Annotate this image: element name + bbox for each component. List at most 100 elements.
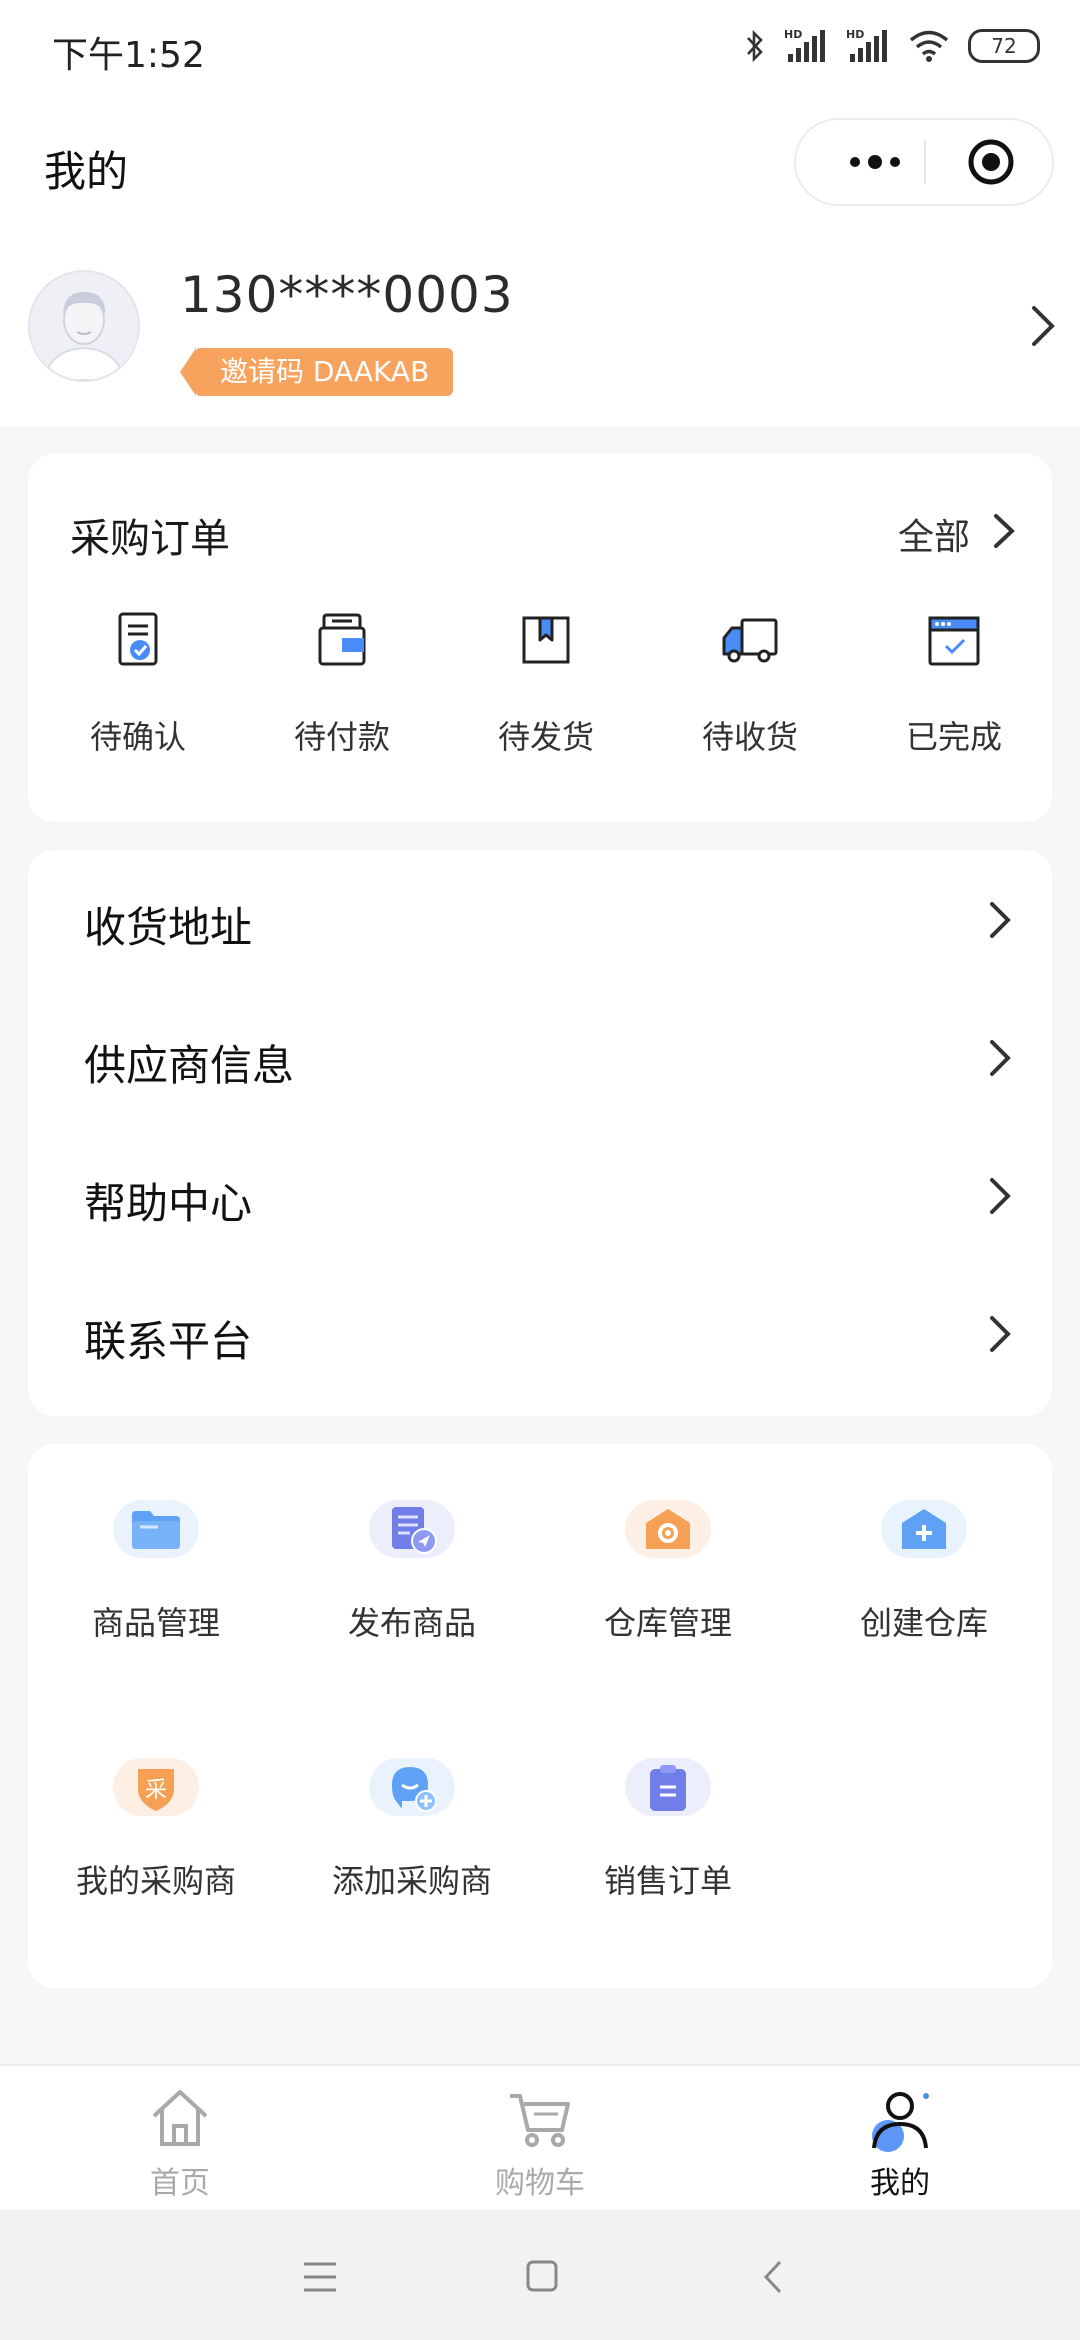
close-miniprogram-button[interactable] bbox=[956, 120, 1026, 204]
tool-icon-bg bbox=[625, 1758, 711, 1816]
warehouse-gear-icon bbox=[646, 1509, 690, 1549]
signal-icon-2: HD bbox=[846, 28, 887, 62]
tool-sales-orders[interactable]: 销售订单 bbox=[540, 1702, 796, 1902]
home-icon bbox=[152, 2090, 208, 2146]
bottom-tab-bar: 首页 购物车 我的 bbox=[0, 2064, 1080, 2210]
tab-cart[interactable]: 购物车 bbox=[360, 2066, 720, 2212]
buyer-badge-char: 采 bbox=[145, 1778, 167, 1803]
tools-card: 商品管理 发布商品 仓库管理 创建仓库 采 我的采购商 添加采购商 销售订单 bbox=[28, 1444, 1052, 1988]
menu-item-supplier-info[interactable]: 供应商信息 bbox=[28, 988, 1052, 1126]
menu-item-shipping-address[interactable]: 收货地址 bbox=[28, 850, 1052, 988]
menu-icon[interactable] bbox=[300, 2260, 340, 2294]
menu-item-label: 收货地址 bbox=[84, 903, 253, 952]
tool-icon-bg bbox=[881, 1500, 967, 1558]
tool-icon-bg bbox=[369, 1758, 455, 1816]
completed-icon bbox=[928, 616, 980, 666]
nav-header: 我的 bbox=[0, 96, 1080, 228]
order-status-pending-confirm[interactable]: 待确认 bbox=[36, 604, 240, 784]
tab-label: 购物车 bbox=[495, 2166, 585, 2201]
menu-item-label: 联系平台 bbox=[84, 1317, 253, 1366]
home-square-icon[interactable] bbox=[524, 2258, 560, 2294]
chevron-right-icon bbox=[990, 1040, 1011, 1076]
avatar[interactable] bbox=[28, 270, 140, 382]
order-status-pending-shipment[interactable]: 待发货 bbox=[444, 604, 648, 784]
tool-product-management[interactable]: 商品管理 bbox=[28, 1444, 284, 1644]
order-status-label: 待确认 bbox=[89, 718, 186, 756]
tool-create-warehouse[interactable]: 创建仓库 bbox=[796, 1444, 1052, 1644]
svg-text:HD: HD bbox=[784, 28, 802, 41]
truck-icon bbox=[722, 618, 778, 663]
chevron-right-icon[interactable] bbox=[1022, 300, 1062, 352]
battery-indicator: 72 bbox=[968, 29, 1040, 63]
order-status-pending-payment[interactable]: 待付款 bbox=[240, 604, 444, 784]
tool-icon-bg: 采 bbox=[113, 1758, 199, 1816]
more-button[interactable] bbox=[830, 120, 920, 204]
tool-icon-bg bbox=[369, 1500, 455, 1558]
status-time: 下午1:52 bbox=[52, 35, 205, 76]
order-status-label: 待收货 bbox=[701, 718, 798, 756]
tool-publish-product[interactable]: 发布商品 bbox=[284, 1444, 540, 1644]
tool-label: 发布商品 bbox=[347, 1604, 476, 1642]
tool-warehouse-management[interactable]: 仓库管理 bbox=[540, 1444, 796, 1644]
user-phone: 130****0003 bbox=[180, 266, 514, 324]
tool-icon-bg bbox=[625, 1500, 711, 1558]
order-status-label: 已完成 bbox=[905, 718, 1002, 756]
chevron-right-icon[interactable] bbox=[988, 510, 1018, 552]
tool-label: 商品管理 bbox=[91, 1604, 220, 1642]
warehouse-add-icon bbox=[902, 1509, 946, 1549]
order-confirm-icon bbox=[118, 612, 158, 666]
tool-label: 销售订单 bbox=[603, 1862, 732, 1900]
order-status-completed[interactable]: 已完成 bbox=[852, 604, 1056, 784]
tool-my-buyers[interactable]: 采 我的采购商 bbox=[28, 1702, 284, 1902]
tab-label: 首页 bbox=[150, 2166, 210, 2201]
tab-label: 我的 bbox=[870, 2166, 930, 2201]
purchase-orders-card: 采购订单 全部 待确认 待付款 待发货 待收货 已完成 bbox=[28, 454, 1052, 822]
orders-title: 采购订单 bbox=[70, 516, 230, 562]
tab-mine[interactable]: 我的 bbox=[720, 2066, 1080, 2212]
user-avatar-icon bbox=[30, 272, 138, 380]
miniprogram-capsule bbox=[794, 118, 1054, 206]
tool-icon-bg bbox=[113, 1500, 199, 1558]
buyer-shield-icon: 采 bbox=[138, 1769, 174, 1811]
menu-card: 收货地址 供应商信息 帮助中心 联系平台 bbox=[28, 850, 1052, 1416]
capsule-divider bbox=[924, 140, 926, 184]
svg-text:HD: HD bbox=[846, 28, 864, 41]
add-buyer-icon bbox=[392, 1767, 437, 1812]
package-icon bbox=[522, 616, 570, 664]
order-status-label: 待付款 bbox=[293, 718, 390, 756]
more-dots-icon bbox=[850, 155, 900, 169]
menu-item-help-center[interactable]: 帮助中心 bbox=[28, 1126, 1052, 1264]
tool-label: 创建仓库 bbox=[859, 1604, 988, 1642]
target-close-icon bbox=[968, 139, 1014, 185]
tab-home[interactable]: 首页 bbox=[0, 2066, 360, 2212]
bluetooth-icon bbox=[747, 29, 763, 63]
status-bar: 下午1:52 HD HD 72 bbox=[0, 0, 1080, 96]
wifi-icon bbox=[909, 30, 949, 62]
clipboard-icon bbox=[650, 1765, 686, 1811]
wallet-icon bbox=[318, 613, 366, 666]
folder-icon bbox=[132, 1511, 180, 1549]
chevron-right-icon bbox=[990, 1178, 1011, 1214]
tool-label: 我的采购商 bbox=[75, 1862, 236, 1900]
profile-icon bbox=[872, 2092, 929, 2152]
orders-all-link[interactable]: 全部 bbox=[898, 508, 970, 560]
order-status-pending-receipt[interactable]: 待收货 bbox=[648, 604, 852, 784]
menu-item-label: 帮助中心 bbox=[84, 1179, 253, 1228]
status-icons: HD HD 72 bbox=[744, 28, 1040, 64]
cart-icon bbox=[510, 2094, 570, 2147]
invite-code-badge: 邀请码 DAAKAB bbox=[179, 348, 454, 396]
signal-icon: HD bbox=[784, 28, 825, 62]
tool-label: 仓库管理 bbox=[603, 1604, 732, 1642]
publish-icon bbox=[392, 1507, 437, 1554]
page-title: 我的 bbox=[44, 147, 129, 196]
chevron-right-icon bbox=[990, 902, 1011, 938]
system-navigation-bar bbox=[0, 2210, 1080, 2340]
profile-section[interactable]: 130****0003 邀请码 DAAKAB bbox=[0, 228, 1080, 426]
order-status-label: 待发货 bbox=[497, 718, 594, 756]
tool-add-buyer[interactable]: 添加采购商 bbox=[284, 1702, 540, 1902]
back-icon[interactable] bbox=[758, 2258, 788, 2296]
menu-item-contact-platform[interactable]: 联系平台 bbox=[28, 1264, 1052, 1402]
tool-label: 添加采购商 bbox=[331, 1862, 492, 1900]
chevron-right-icon bbox=[990, 1316, 1011, 1352]
menu-item-label: 供应商信息 bbox=[84, 1041, 295, 1090]
